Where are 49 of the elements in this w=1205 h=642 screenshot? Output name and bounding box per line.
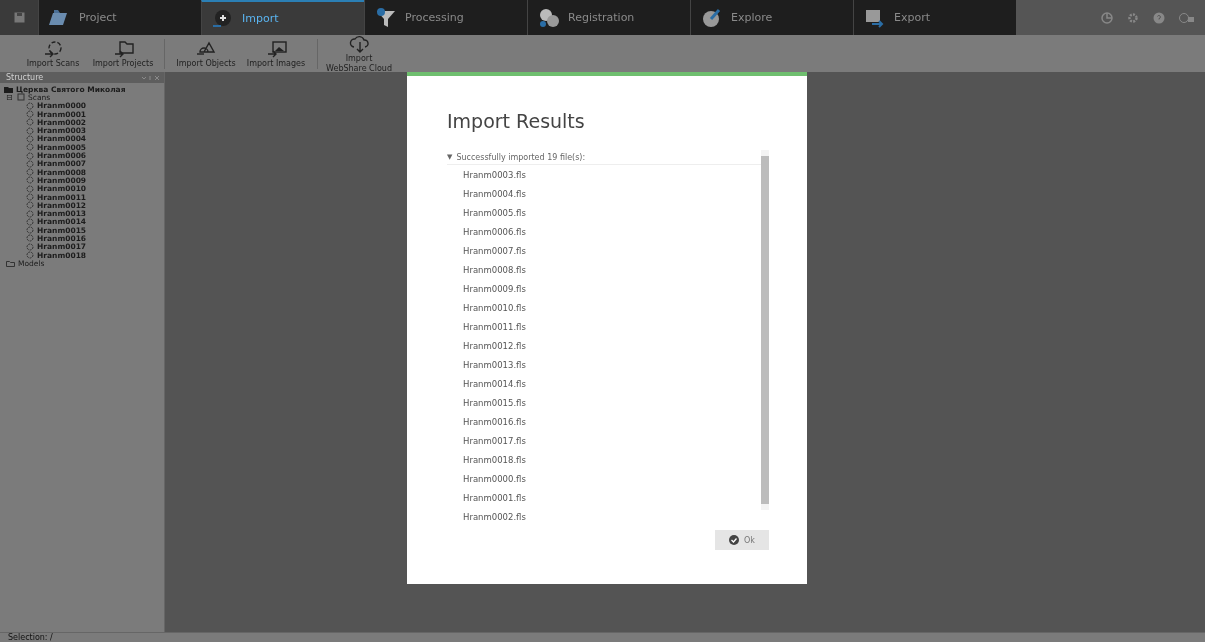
workflow-tab[interactable]: Import bbox=[201, 0, 364, 35]
file-name: Hranm0008.fls bbox=[463, 264, 526, 275]
file-name: Hranm0005.fls bbox=[463, 207, 526, 218]
status-text: Selection: / bbox=[8, 633, 53, 642]
pie-icon[interactable] bbox=[1101, 11, 1113, 24]
file-name: Hranm0007.fls bbox=[463, 245, 526, 256]
file-name: Hranm0011.fls bbox=[463, 321, 526, 332]
file-name: Hranm0014.fls bbox=[463, 378, 526, 389]
file-name: Hranm0006.fls bbox=[463, 226, 526, 237]
file-name: Hranm0004.fls bbox=[463, 188, 526, 199]
scans-icon bbox=[17, 93, 25, 102]
panel-controls-icon[interactable] bbox=[140, 73, 160, 82]
panel-title: Structure bbox=[6, 73, 44, 82]
import-icon bbox=[112, 38, 134, 59]
help-icon[interactable] bbox=[1153, 11, 1165, 24]
file-name: Hranm0013.fls bbox=[463, 359, 526, 370]
file-name: Hranm0015.fls bbox=[463, 397, 526, 408]
tab-icon bbox=[538, 6, 560, 29]
save-icon bbox=[13, 12, 25, 23]
section-header: Successfully imported 19 file(s): bbox=[456, 152, 586, 162]
toolbar-button[interactable]: Import Scans bbox=[20, 36, 86, 71]
file-name: Hranm0016.fls bbox=[463, 416, 526, 427]
save-button[interactable] bbox=[0, 0, 38, 35]
import-icon bbox=[348, 33, 370, 54]
folder-icon bbox=[4, 85, 13, 93]
tab-icon bbox=[375, 6, 397, 29]
file-name: Hranm0018.fls bbox=[463, 454, 526, 465]
ok-button[interactable]: Ok bbox=[715, 530, 769, 550]
file-name: Hranm0000.fls bbox=[463, 473, 526, 484]
import-icon bbox=[265, 38, 287, 59]
tab-icon bbox=[701, 6, 723, 29]
check-icon bbox=[729, 535, 740, 545]
toolbar-button[interactable]: Import Projects bbox=[90, 36, 156, 71]
file-name: Hranm0009.fls bbox=[463, 283, 526, 294]
toolbar-button[interactable]: Import Objects bbox=[173, 36, 239, 71]
tab-icon bbox=[212, 7, 234, 30]
import-icon bbox=[42, 38, 64, 59]
toolbar-button[interactable]: Import Images bbox=[243, 36, 309, 71]
file-name: Hranm0010.fls bbox=[463, 302, 526, 313]
expand-toggle[interactable]: ⊟ bbox=[6, 92, 14, 102]
file-name: Hranm0003.fls bbox=[463, 169, 526, 180]
settings-icon[interactable] bbox=[1127, 11, 1139, 24]
dialog-title: Import Results bbox=[447, 110, 586, 132]
file-name: Hranm0001.fls bbox=[463, 492, 526, 503]
folder-icon bbox=[6, 259, 15, 267]
file-name: Hranm0012.fls bbox=[463, 340, 526, 351]
file-name: Hranm0017.fls bbox=[463, 435, 526, 446]
file-name: Hranm0002.fls bbox=[463, 511, 526, 522]
scrollbar[interactable] bbox=[761, 150, 769, 510]
